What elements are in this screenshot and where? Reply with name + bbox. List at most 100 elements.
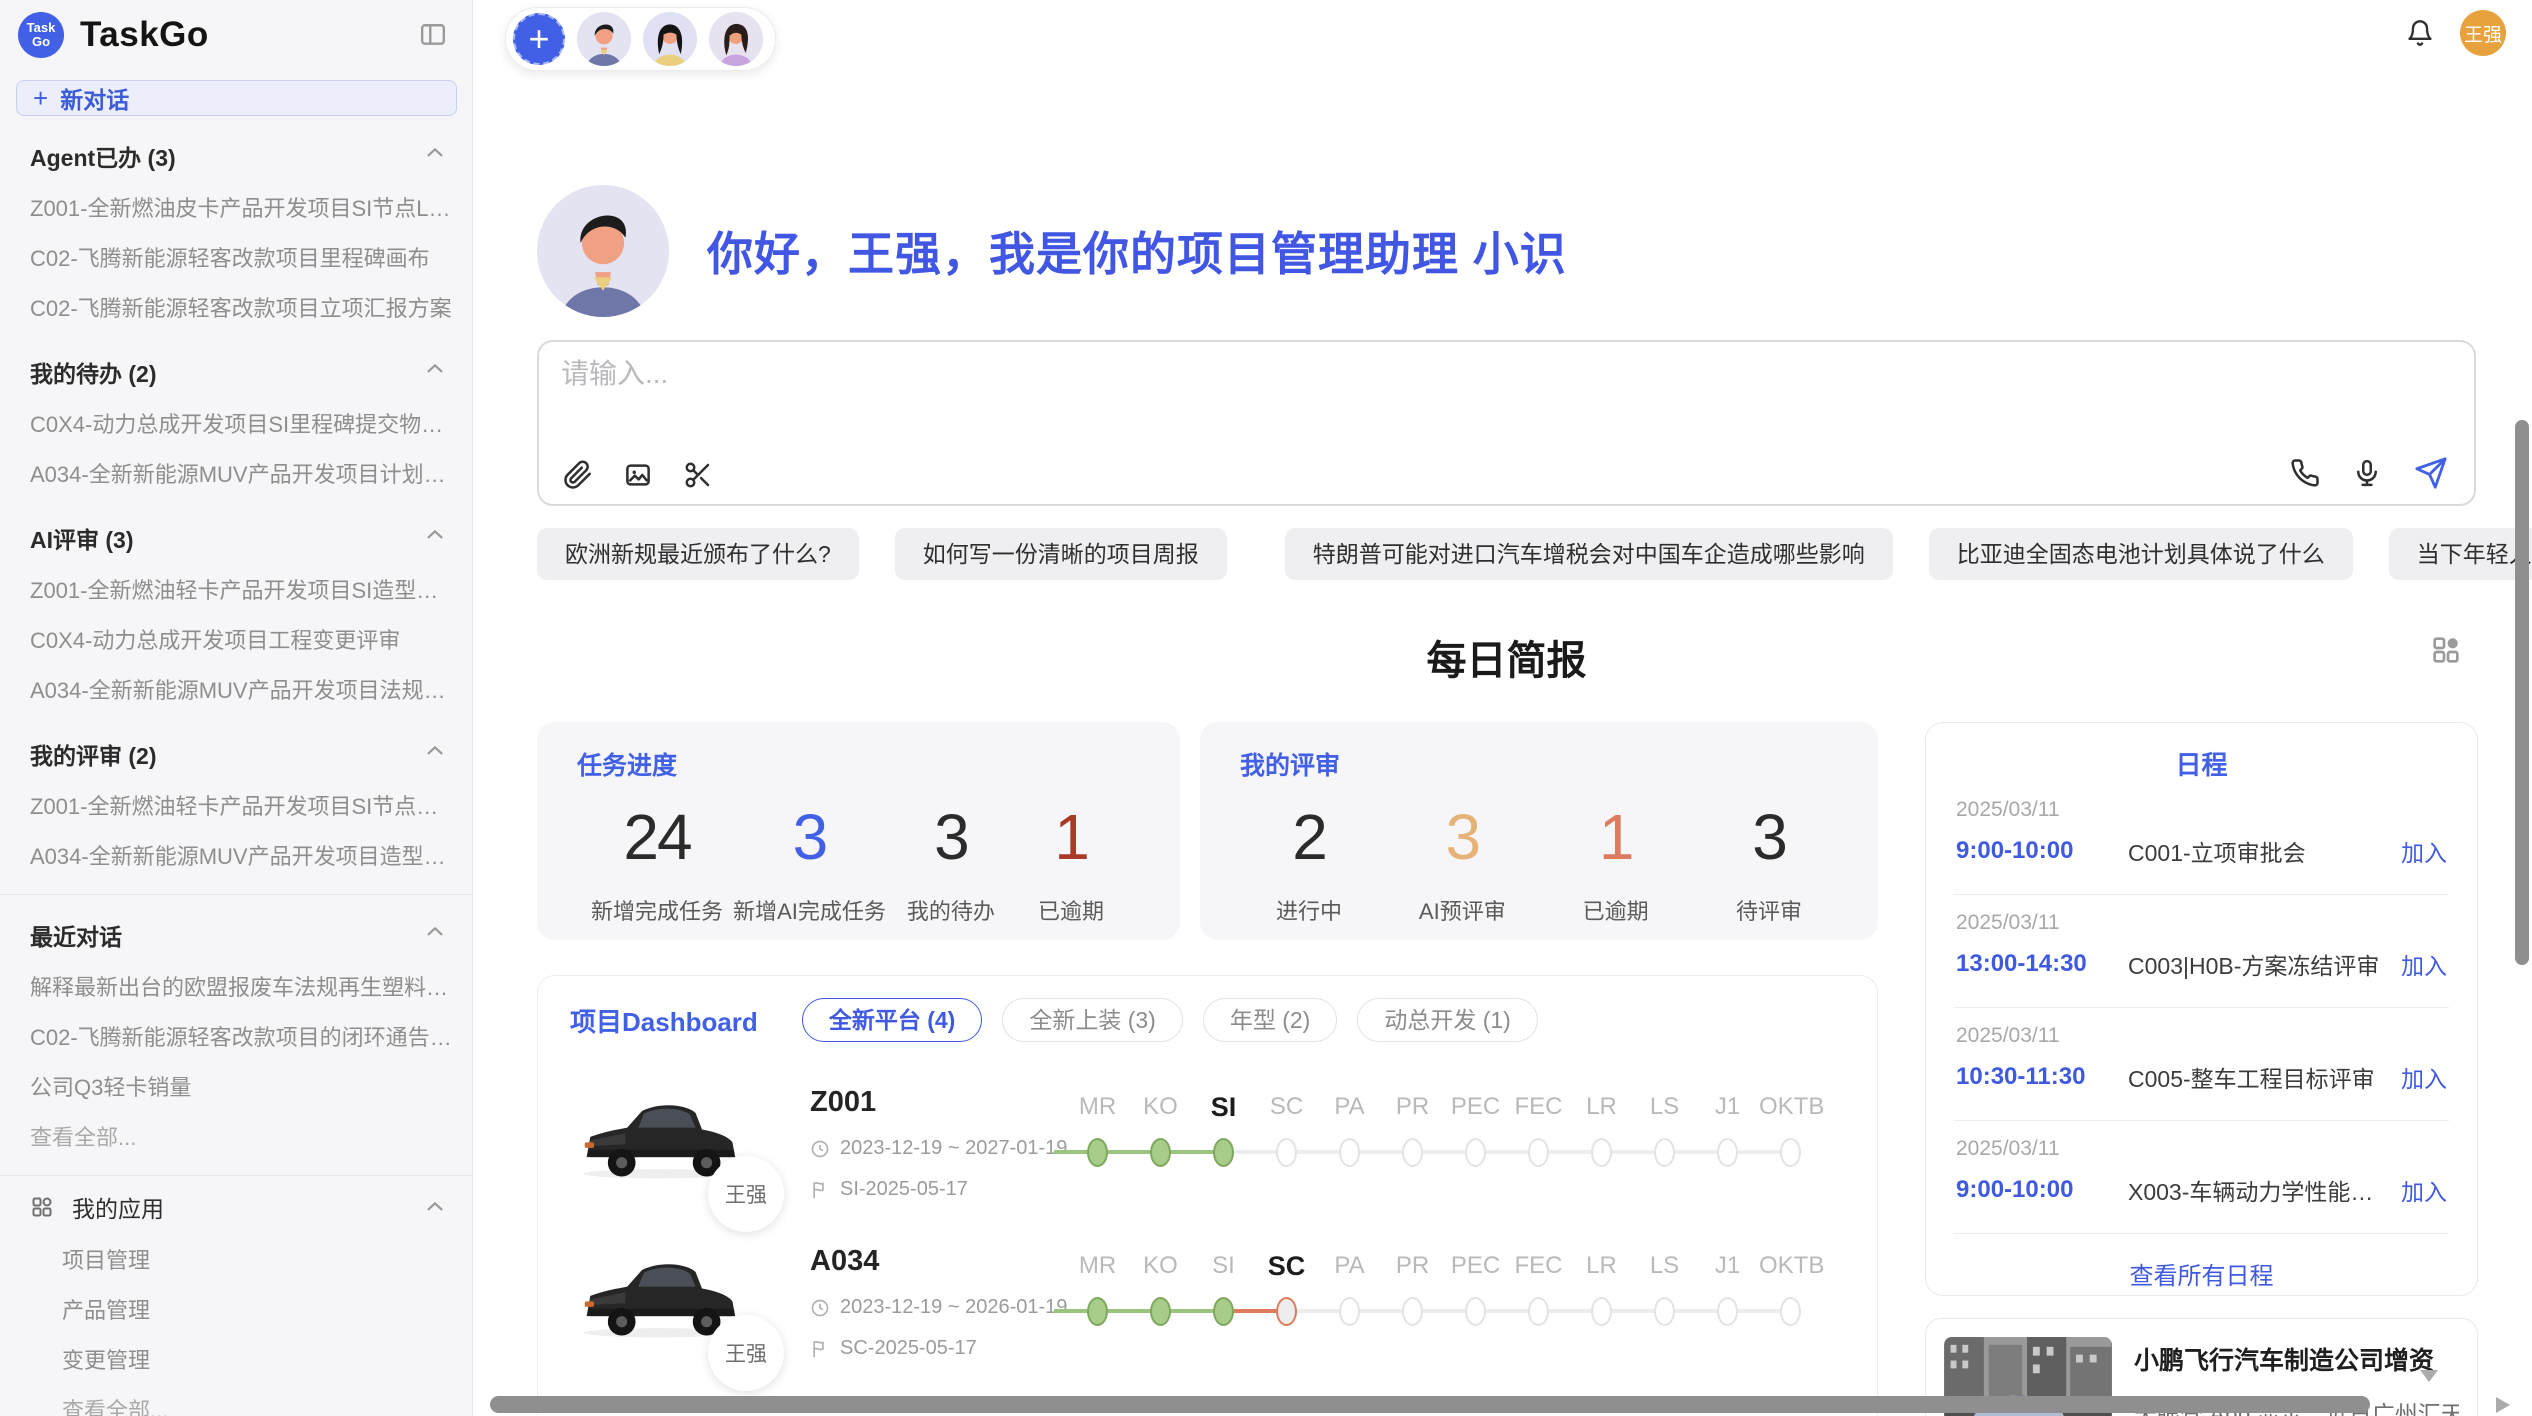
- stat-value: 2: [1292, 800, 1326, 874]
- notification-bell-icon[interactable]: [2406, 19, 2434, 47]
- event-name: C005-整车工程目标评审: [2128, 1060, 2387, 1094]
- stat-value: 3: [793, 800, 827, 874]
- sidebar-item[interactable]: Z001-全新燃油轻卡产品开发项目SI造型提交物评审: [0, 564, 472, 614]
- project-info: A034 2023-12-19 ~ 2026-01-19 SC-2025-05-…: [810, 1245, 1058, 1360]
- project-flag: SC-2025-05-17: [810, 1337, 1058, 1360]
- app-link[interactable]: 产品管理: [0, 1284, 472, 1334]
- section-title[interactable]: 我的评审 (2): [0, 724, 472, 780]
- dashboard-tab[interactable]: 全新上装 (3): [1002, 998, 1183, 1042]
- apps-view-all[interactable]: 查看全部...: [0, 1384, 472, 1416]
- schedule-events: 2025/03/11 9:00-10:00 C001-立项审批会 加入 2025…: [1954, 782, 2449, 1234]
- stat: 3 待评审: [1714, 800, 1824, 926]
- chevron-up-icon[interactable]: [424, 740, 446, 762]
- stat-label: 待评审: [1736, 894, 1802, 926]
- milestone-label: SI: [1192, 1088, 1255, 1126]
- milestone-label: PR: [1381, 1088, 1444, 1126]
- section-title[interactable]: AI评审 (3): [0, 508, 472, 564]
- view-all-schedule-link[interactable]: 查看所有日程: [1954, 1256, 2449, 1291]
- suggestion-chip[interactable]: 比亚迪全固态电池计划具体说了什么: [1929, 528, 2353, 580]
- section-title[interactable]: Agent已办 (3): [0, 126, 472, 182]
- event-date: 2025/03/11: [1956, 911, 2447, 935]
- project-dashboard: 项目Dashboard 全新平台 (4)全新上装 (3)年型 (2)动总开发 (…: [537, 975, 1878, 1416]
- sidebar-item[interactable]: C0X4-动力总成开发项目工程变更评审: [0, 614, 472, 664]
- dashboard-tab[interactable]: 动总开发 (1): [1357, 998, 1538, 1042]
- suggestion-chip[interactable]: 当下年轻人对汽车外观有怎样的喜好趋势: [2389, 528, 2532, 580]
- phone-icon[interactable]: [2290, 458, 2320, 488]
- dashboard-tab[interactable]: 年型 (2): [1203, 998, 1338, 1042]
- sidebar-item[interactable]: A034-全新新能源MUV产品开发项目计划变更表编写: [0, 448, 472, 498]
- paperclip-icon[interactable]: [563, 460, 593, 490]
- recent-chat-item[interactable]: 解释最新出台的欧盟报废车法规再生塑料比例被调至15%...: [0, 961, 472, 1011]
- suggestion-chip[interactable]: 特朗普可能对进口汽车增税会对中国车企造成哪些影响: [1285, 528, 1893, 580]
- image-icon[interactable]: [623, 460, 653, 490]
- event-join-link[interactable]: 加入: [2401, 1060, 2447, 1094]
- my-review-card: 我的评审 2 进行中 3 AI预评审 1 已逾期: [1200, 722, 1878, 940]
- horizontal-scrollbar-thumb[interactable]: [490, 1396, 2370, 1413]
- milestone-dot: [1402, 1138, 1423, 1167]
- chevron-up-icon[interactable]: [424, 524, 446, 546]
- sidebar-item[interactable]: C02-飞腾新能源轻客改款项目里程碑画布: [0, 232, 472, 282]
- chevron-up-icon[interactable]: [424, 921, 446, 943]
- event-join-link[interactable]: 加入: [2401, 947, 2447, 981]
- sidebar-item[interactable]: C02-飞腾新能源轻客改款项目立项汇报方案: [0, 282, 472, 332]
- sidebar-item[interactable]: A034-全新新能源MUV产品开发项目造型可行性评审: [0, 830, 472, 880]
- app-title: TaskGo: [80, 15, 209, 55]
- suggestion-chip[interactable]: 如何写一份清晰的项目周报: [895, 528, 1227, 580]
- collapse-sidebar-icon[interactable]: [418, 22, 448, 48]
- chat-input[interactable]: [561, 358, 2452, 390]
- project-row[interactable]: 王强 A034 2023-12-19 ~ 2026-01-19 SC-2025-…: [570, 1245, 1845, 1360]
- new-session-button[interactable]: +: [513, 13, 565, 65]
- app-link[interactable]: 变更管理: [0, 1334, 472, 1384]
- milestone-dot: [1150, 1297, 1171, 1326]
- app-link[interactable]: 项目管理: [0, 1234, 472, 1284]
- chevron-up-icon[interactable]: [424, 358, 446, 380]
- recent-view-all[interactable]: 查看全部...: [0, 1111, 472, 1161]
- chevron-up-icon[interactable]: [424, 142, 446, 164]
- stat-label: 已逾期: [1583, 894, 1649, 926]
- mic-icon[interactable]: [2352, 458, 2382, 488]
- session-avatar-2[interactable]: [643, 12, 697, 66]
- chevron-up-icon[interactable]: [424, 1196, 446, 1218]
- clock-icon: [810, 1139, 830, 1159]
- event-join-link[interactable]: 加入: [2401, 1173, 2447, 1207]
- user-avatar[interactable]: 王强: [2460, 10, 2506, 56]
- my-apps-header[interactable]: 我的应用: [0, 1180, 472, 1234]
- vertical-scrollbar-thumb[interactable]: [2515, 420, 2529, 965]
- layout-grid-icon[interactable]: [2430, 634, 2462, 666]
- milestone-label: LS: [1633, 1247, 1696, 1285]
- suggestion-chip[interactable]: 欧洲新规最近颁布了什么?: [537, 528, 859, 580]
- stat-label: 我的待办: [907, 894, 995, 926]
- session-avatar-3[interactable]: [709, 12, 763, 66]
- send-icon[interactable]: [2414, 456, 2448, 490]
- dashboard-tab[interactable]: 全新平台 (4): [802, 998, 983, 1042]
- milestone-label: LR: [1570, 1247, 1633, 1285]
- scroll-right-arrow-icon[interactable]: [2496, 1397, 2510, 1413]
- milestone-label: LS: [1633, 1088, 1696, 1126]
- sidebar-item[interactable]: Z001-全新燃油皮卡产品开发项目SI节点Lesson Learn报告: [0, 182, 472, 232]
- sidebar-item[interactable]: Z001-全新燃油轻卡产品开发项目SI节点属性5D文件评审: [0, 780, 472, 830]
- stat: 1 已逾期: [1016, 800, 1126, 926]
- event-name: X003-车辆动力学性能验...: [2128, 1173, 2387, 1207]
- milestone-label: PA: [1318, 1247, 1381, 1285]
- briefing-title: 每日简报: [1427, 639, 1587, 683]
- event-date: 2025/03/11: [1956, 798, 2447, 822]
- milestone-dot: [1780, 1138, 1801, 1167]
- new-chat-button[interactable]: + 新对话: [16, 80, 457, 116]
- scissors-icon[interactable]: [683, 460, 713, 490]
- milestone-dot: [1591, 1138, 1612, 1167]
- section-title[interactable]: 最近对话: [0, 905, 472, 961]
- sidebar-item[interactable]: A034-全新新能源MUV产品开发项目法规符合性评审: [0, 664, 472, 714]
- milestone-label: J1: [1696, 1247, 1759, 1285]
- stat-value: 1: [1599, 800, 1633, 874]
- sidebar-section-ai-review: AI评审 (3) Z001-全新燃油轻卡产品开发项目SI造型提交物评审C0X4-…: [0, 508, 472, 714]
- sidebar-item[interactable]: C0X4-动力总成开发项目SI里程碑提交物检查: [0, 398, 472, 448]
- scroll-down-arrow-icon[interactable]: [2420, 1370, 2438, 1382]
- session-avatar-1[interactable]: [577, 12, 631, 66]
- recent-chat-item[interactable]: C02-飞腾新能源轻客改款项目的闭环通告反馈情况: [0, 1011, 472, 1061]
- milestone-dot: [1339, 1297, 1360, 1326]
- event-join-link[interactable]: 加入: [2401, 834, 2447, 868]
- project-row[interactable]: 王强 Z001 2023-12-19 ~ 2027-01-19 SI-2025-…: [570, 1086, 1845, 1201]
- sidebar-section-recent: 最近对话 解释最新出台的欧盟报废车法规再生塑料比例被调至15%...C02-飞腾…: [0, 905, 472, 1161]
- recent-chat-item[interactable]: 公司Q3轻卡销量: [0, 1061, 472, 1111]
- section-title[interactable]: 我的待办 (2): [0, 342, 472, 398]
